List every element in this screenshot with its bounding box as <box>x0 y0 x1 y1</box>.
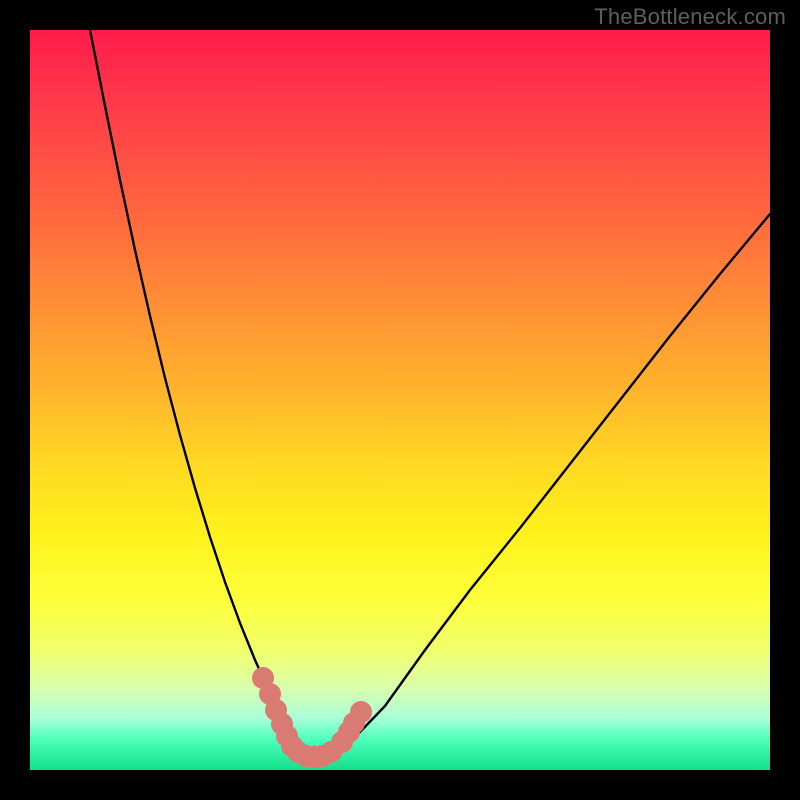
highlighted-points <box>252 667 372 768</box>
attribution-text: TheBottleneck.com <box>594 4 786 30</box>
plot-area <box>30 30 770 770</box>
data-point <box>350 701 372 723</box>
points-layer <box>30 30 770 770</box>
chart-frame: TheBottleneck.com <box>0 0 800 800</box>
